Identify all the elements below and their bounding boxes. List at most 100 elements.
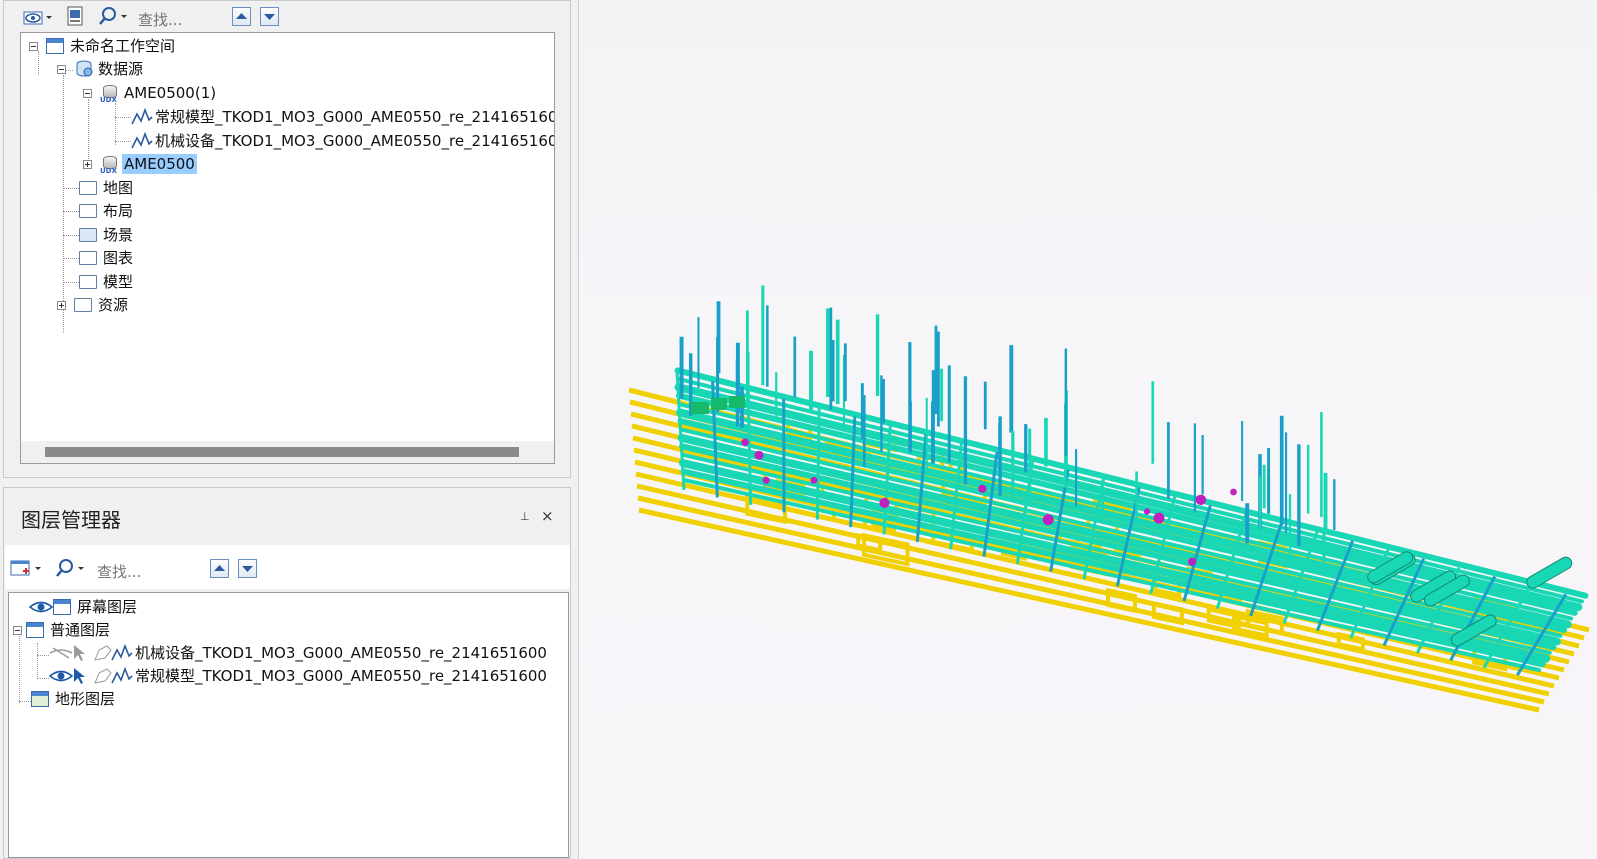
layer-toolbar <box>5 545 570 589</box>
scene-viewport[interactable] <box>578 0 1597 859</box>
layer-node-screen[interactable]: 屏幕图层 <box>28 596 139 618</box>
arrow-up-icon <box>214 565 225 571</box>
pipe <box>815 407 821 520</box>
valve <box>1042 514 1054 526</box>
tree-node-workspace[interactable]: 未命名工作空间 <box>29 35 177 57</box>
tree-node-label: 资源 <box>98 296 129 314</box>
open-file-button[interactable] <box>64 5 86 27</box>
tree-node-label: 地图 <box>103 179 134 197</box>
tree-node-dataset-general-model[interactable]: 常规模型_TKOD1_MO3_G000_AME0550_re_214165160 <box>131 106 555 128</box>
line-dataset-icon <box>111 666 133 685</box>
model-icon <box>79 275 97 289</box>
tree-node-map[interactable]: 地图 <box>79 177 135 199</box>
selectable-cursor-icon[interactable] <box>71 667 89 685</box>
collapse-icon[interactable] <box>13 625 22 635</box>
valve <box>810 476 818 484</box>
layer-search-dropdown-button[interactable] <box>53 557 87 579</box>
workspace-search-input[interactable] <box>136 9 230 31</box>
tree-node-label: 图表 <box>103 249 134 267</box>
move-up-button[interactable] <box>232 7 251 26</box>
horizontal-scrollbar[interactable] <box>21 441 554 463</box>
layer-node-normal[interactable]: 普通图层 <box>13 619 112 641</box>
tree-node-resource[interactable]: 资源 <box>57 294 130 316</box>
pipe-model-3d <box>628 285 1590 713</box>
expand-icon[interactable] <box>83 159 92 169</box>
valve <box>1143 508 1151 515</box>
arrow-down-icon <box>242 566 253 572</box>
layer-node-general-model[interactable]: 常规模型_TKOD1_MO3_G000_AME0550_re_214165160… <box>48 665 549 687</box>
layer-node-label: 地形图层 <box>55 690 116 708</box>
valve <box>1153 512 1165 524</box>
datasource-icon <box>74 60 93 78</box>
valve <box>1195 494 1207 506</box>
layer-node-mechanical[interactable]: 机械设备_TKOD1_MO3_G000_AME0550_re_214165160… <box>49 642 549 664</box>
tree-node-label: 常规模型_TKOD1_MO3_G000_AME0550_re_214165160 <box>155 108 555 126</box>
tree-node-label: AME0500 <box>122 154 197 174</box>
valve <box>1230 488 1237 496</box>
scene-icon <box>79 228 97 242</box>
eye-icon <box>23 11 52 25</box>
tree-node-label: 场景 <box>103 226 134 244</box>
view-dropdown-button[interactable] <box>22 7 54 27</box>
line-dataset-icon <box>131 108 153 126</box>
layer-node-label: 常规模型_TKOD1_MO3_G000_AME0550_re_214165160… <box>135 667 547 685</box>
arrow-down-icon <box>264 14 275 20</box>
collapse-icon[interactable] <box>29 41 38 51</box>
line-dataset-icon <box>111 643 133 662</box>
tree-node-layout[interactable]: 布局 <box>79 200 135 222</box>
expand-icon[interactable] <box>57 300 66 310</box>
tree-node-label: 未命名工作空间 <box>70 37 176 55</box>
layer-tree: 屏幕图层 普通图层 机械设备_TKOD1_MO3_G000_AME0550_re… <box>8 592 569 858</box>
valve <box>762 476 770 484</box>
collapse-icon[interactable] <box>83 88 92 98</box>
folder-icon <box>74 298 92 312</box>
terrain-layer-icon <box>31 691 49 707</box>
tree-node-label: AME0500(1) <box>124 84 217 102</box>
tree-node-label: 布局 <box>103 202 134 220</box>
search-dropdown-button[interactable] <box>96 5 130 27</box>
pin-icon[interactable]: ⊥ <box>520 510 530 523</box>
layer-move-up-button[interactable] <box>210 559 229 578</box>
collapse-icon[interactable] <box>57 64 66 74</box>
udx-database-icon <box>100 155 118 175</box>
tree-node-model[interactable]: 模型 <box>79 271 135 293</box>
map-icon <box>79 181 97 195</box>
equipment-box <box>711 398 727 410</box>
close-icon[interactable]: × <box>541 507 554 525</box>
layer-move-down-button[interactable] <box>238 559 257 578</box>
search-icon <box>99 7 127 25</box>
layer-search-input[interactable] <box>95 561 199 583</box>
eye-icon[interactable] <box>48 667 74 685</box>
hidden-eye-icon[interactable] <box>49 644 73 662</box>
layer-manager-panel: 图层管理器 ⊥ × 查找... 屏幕图层 普通图层 机械设备_TKOD1_MO3… <box>3 487 571 859</box>
panel-splitter[interactable] <box>571 0 578 859</box>
tree-node-scene[interactable]: 场景 <box>79 224 135 246</box>
add-layer-dropdown-button[interactable] <box>9 557 43 579</box>
layout-icon <box>79 204 97 218</box>
selectable-cursor-icon[interactable] <box>71 644 89 662</box>
equipment-box <box>729 396 745 408</box>
layer-node-terrain[interactable]: 地形图层 <box>31 688 117 710</box>
equipment-box <box>691 402 709 414</box>
workspace-manager-panel: 未命名工作空间 数据源 AME0500(1) 常规模型_TKOD1_MO3_G0… <box>3 0 571 478</box>
editable-pen-icon[interactable] <box>93 667 112 685</box>
screen-layer-icon <box>53 599 71 615</box>
scrollbar-thumb[interactable] <box>45 447 519 457</box>
arrow-up-icon <box>236 13 247 19</box>
layer-node-label: 普通图层 <box>50 621 111 639</box>
tree-node-chart[interactable]: 图表 <box>79 247 135 269</box>
tree-node-dataset-mechanical[interactable]: 机械设备_TKOD1_MO3_G000_AME0550_re_214165160 <box>131 130 554 152</box>
panel-title: 图层管理器 <box>21 508 121 532</box>
tree-node-datasource-ame0500-1[interactable]: AME0500(1) <box>83 82 218 104</box>
tree-node-datasource-ame0500[interactable]: AME0500 <box>83 153 197 175</box>
eye-icon[interactable] <box>28 598 54 616</box>
chart-icon <box>79 251 97 265</box>
move-down-button[interactable] <box>260 7 279 26</box>
tree-node-datasource[interactable]: 数据源 <box>57 58 145 80</box>
document-icon <box>67 6 83 26</box>
editable-pen-icon[interactable] <box>93 644 112 662</box>
valve <box>978 484 987 493</box>
tree-node-label: 数据源 <box>98 60 144 78</box>
valve <box>879 497 890 509</box>
valve <box>754 450 764 460</box>
